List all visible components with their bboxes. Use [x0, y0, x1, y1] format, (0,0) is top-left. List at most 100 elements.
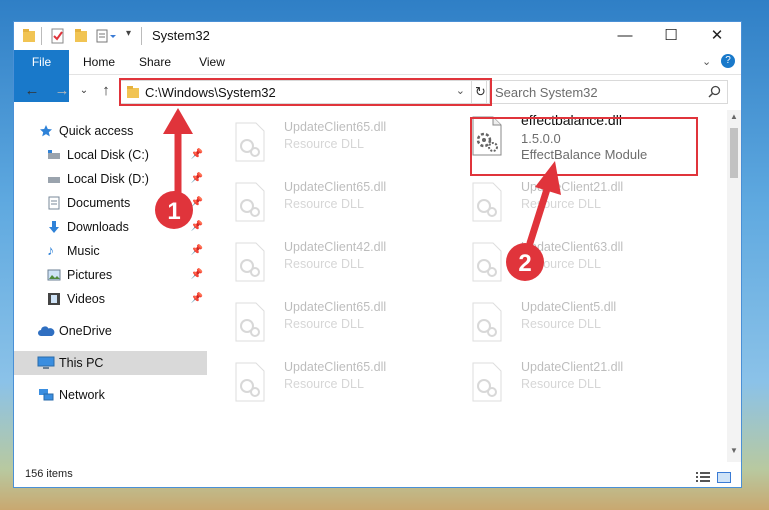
view-options-icon[interactable]	[96, 28, 118, 44]
file-item[interactable]: UpdateClient65.dll Resource DLL	[234, 178, 464, 230]
pin-icon[interactable]: 📌	[191, 197, 203, 208]
navigation-pane: Quick access Local Disk (C:) 📌 Local Dis…	[14, 110, 209, 460]
minimize-button[interactable]: —	[602, 22, 648, 50]
new-folder-icon[interactable]	[74, 28, 88, 44]
file-description: Resource DLL	[284, 377, 364, 391]
close-button[interactable]: ✕	[694, 22, 740, 50]
dll-file-icon	[471, 362, 503, 402]
scrollbar-thumb[interactable]	[730, 128, 738, 178]
dll-file-icon	[234, 362, 266, 402]
music-note-icon: ♪	[47, 242, 54, 258]
file-description: Resource DLL	[284, 137, 364, 151]
cloud-icon	[37, 324, 55, 338]
ribbon-tabs: File Home Share View ⌄ ?	[14, 50, 741, 102]
file-name: UpdateClient5.dll	[521, 300, 617, 314]
pin-icon[interactable]: 📌	[191, 293, 203, 304]
pin-icon[interactable]: 📌	[191, 269, 203, 280]
file-description: Resource DLL	[521, 197, 601, 211]
file-item[interactable]: UpdateClient42.dll Resource DLL	[234, 238, 464, 290]
chevron-down-icon[interactable]: ⌄	[702, 55, 711, 68]
file-highlight	[470, 117, 698, 176]
sidebar-item-local-disk-d[interactable]: Local Disk (D:) 📌	[14, 167, 207, 191]
file-description: Resource DLL	[521, 317, 601, 331]
sidebar-item-quick-access[interactable]: Quick access	[14, 119, 207, 143]
title-bar: ▾ System32 — ☐ ✕	[14, 22, 741, 50]
dll-file-icon	[234, 182, 266, 222]
file-item[interactable]: UpdateClient63.dll Resource DLL	[471, 238, 701, 290]
sidebar-item-label: This PC	[59, 356, 104, 370]
sidebar-item-music[interactable]: ♪ Music 📌	[14, 239, 207, 263]
sidebar-item-label: Downloads	[67, 220, 129, 234]
scroll-up-icon[interactable]: ▲	[727, 112, 741, 126]
dll-file-icon	[234, 302, 266, 342]
sidebar-item-label: Documents	[67, 196, 131, 210]
help-icon[interactable]: ?	[721, 54, 735, 68]
pin-icon[interactable]: 📌	[191, 221, 203, 232]
computer-icon	[37, 356, 55, 370]
pictures-icon	[47, 268, 61, 282]
pin-icon[interactable]: 📌	[191, 173, 203, 184]
sidebar-item-network[interactable]: Network	[14, 383, 207, 407]
sidebar-item-local-disk-c[interactable]: Local Disk (C:) 📌	[14, 143, 207, 167]
file-name: UpdateClient21.dll	[521, 360, 624, 374]
tab-home[interactable]: Home	[76, 50, 122, 74]
star-icon	[39, 124, 53, 138]
download-arrow-icon	[47, 220, 61, 234]
search-input[interactable]: Search System32	[486, 80, 728, 104]
separator	[41, 27, 42, 45]
file-name: UpdateClient65.dll	[284, 180, 387, 194]
sidebar-item-onedrive[interactable]: OneDrive	[14, 319, 207, 343]
drive-icon	[47, 148, 61, 162]
maximize-button[interactable]: ☐	[648, 22, 694, 50]
scroll-down-icon[interactable]: ▼	[727, 446, 741, 460]
customize-toolbar-icon[interactable]: ▾	[126, 28, 131, 44]
back-arrow-icon[interactable]: ←	[22, 81, 42, 101]
sidebar-item-documents[interactable]: Documents 📌	[14, 191, 207, 215]
file-item[interactable]: UpdateClient5.dll Resource DLL	[471, 298, 701, 350]
details-view-icon[interactable]	[696, 470, 710, 482]
file-item[interactable]: UpdateClient65.dll Resource DLL	[234, 118, 464, 170]
status-bar: 156 items	[14, 464, 741, 486]
pin-icon[interactable]: 📌	[191, 245, 203, 256]
file-description: Resource DLL	[284, 197, 364, 211]
file-item[interactable]: UpdateClient65.dll Resource DLL	[234, 298, 464, 350]
dll-file-icon	[234, 242, 266, 282]
sidebar-item-label: Quick access	[59, 124, 134, 138]
recent-locations-icon[interactable]: ⌄	[74, 81, 94, 101]
sidebar-item-pictures[interactable]: Pictures 📌	[14, 263, 207, 287]
sidebar-item-this-pc[interactable]: This PC	[14, 351, 207, 375]
properties-icon[interactable]	[51, 28, 65, 44]
search-placeholder[interactable]: Search System32	[495, 85, 598, 100]
forward-arrow-icon[interactable]: →	[52, 81, 72, 101]
dll-file-icon	[234, 122, 266, 162]
tab-share[interactable]: Share	[132, 50, 178, 74]
pin-icon[interactable]: 📌	[191, 149, 203, 160]
tab-view[interactable]: View	[189, 50, 235, 74]
vertical-scrollbar[interactable]: ▲ ▼	[727, 110, 741, 462]
dll-file-icon	[471, 302, 503, 342]
file-name: UpdateClient65.dll	[284, 300, 387, 314]
dll-file-icon	[471, 182, 503, 222]
file-item[interactable]: UpdateClient65.dll Resource DLL	[234, 358, 464, 410]
film-icon	[47, 292, 61, 306]
sidebar-item-downloads[interactable]: Downloads 📌	[14, 215, 207, 239]
up-arrow-icon[interactable]: ↑	[96, 81, 116, 101]
large-icons-view-icon[interactable]	[717, 470, 731, 483]
drive-icon	[47, 172, 61, 186]
file-description: Resource DLL	[521, 257, 601, 271]
dll-file-icon	[471, 242, 503, 282]
file-name: UpdateClient65.dll	[284, 360, 387, 374]
sidebar-item-label: Local Disk (C:)	[67, 148, 149, 162]
file-name: UpdateClient21.dll	[521, 180, 624, 194]
file-item[interactable]: UpdateClient21.dll Resource DLL	[471, 358, 701, 410]
window-title: System32	[152, 28, 210, 43]
address-bar-highlight	[119, 78, 492, 106]
sidebar-item-label: Videos	[67, 292, 105, 306]
network-icon	[37, 388, 55, 402]
sidebar-item-label: OneDrive	[59, 324, 112, 338]
file-item[interactable]: UpdateClient21.dll Resource DLL	[471, 178, 701, 230]
separator	[141, 27, 142, 45]
sidebar-item-videos[interactable]: Videos 📌	[14, 287, 207, 311]
file-name: UpdateClient63.dll	[521, 240, 624, 254]
search-icon[interactable]	[708, 85, 721, 103]
